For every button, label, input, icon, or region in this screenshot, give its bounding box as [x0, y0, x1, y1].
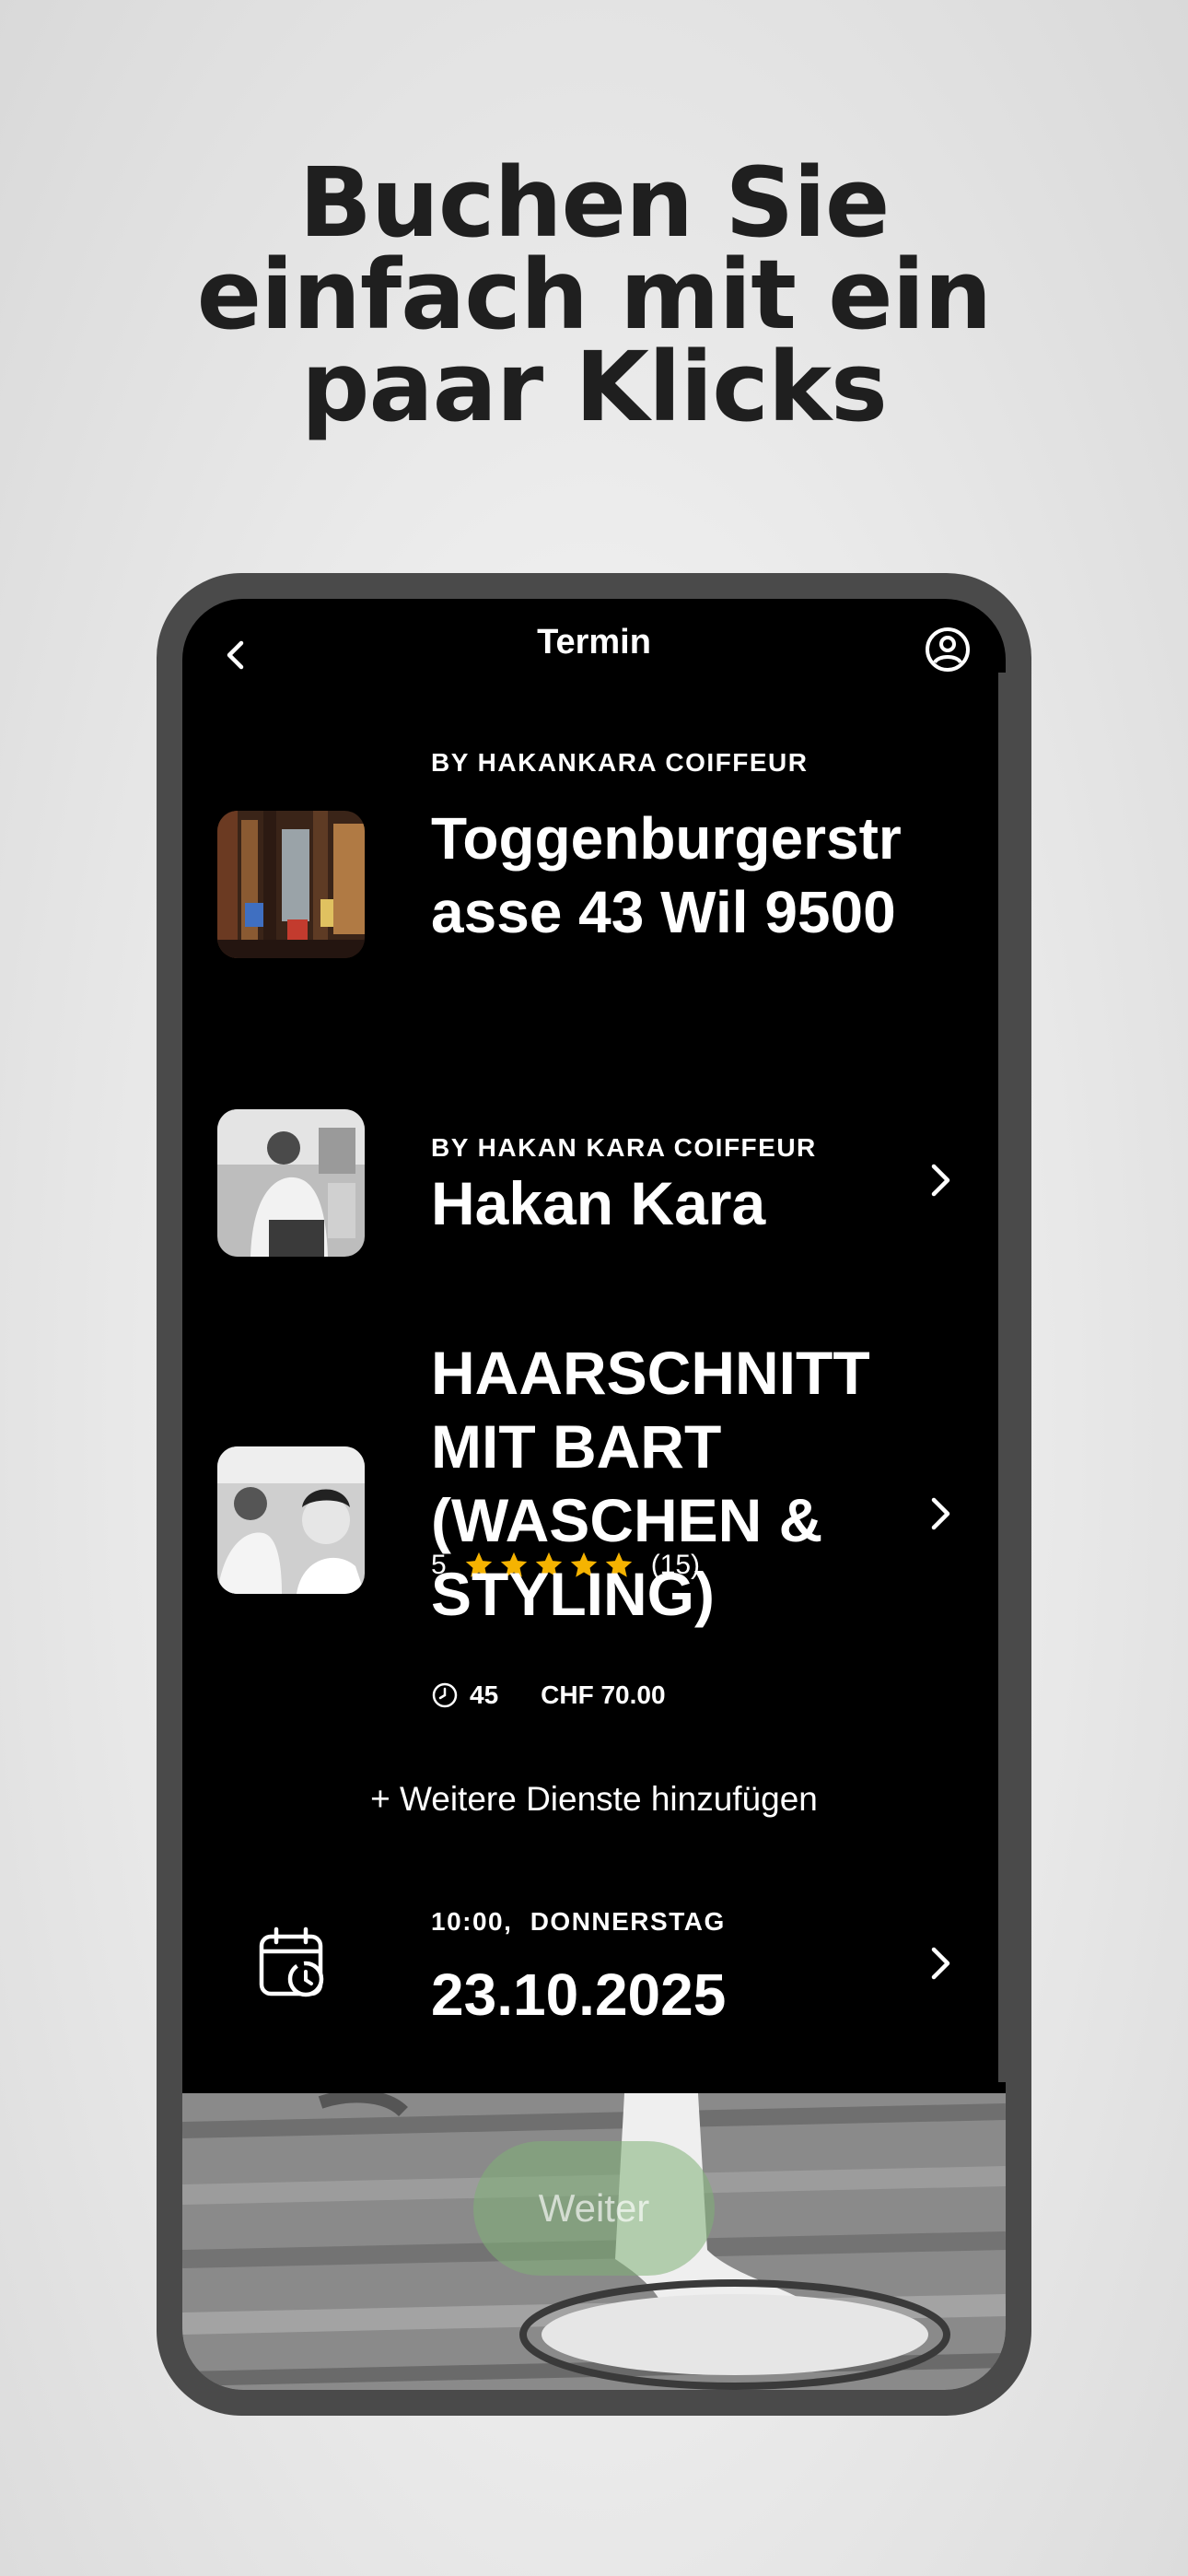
- user-circle-icon: [926, 627, 970, 672]
- appointment-time-value: 10:00,: [431, 1907, 513, 1936]
- service-duration: 45: [470, 1680, 499, 1709]
- service-price: CHF 70.00: [541, 1680, 666, 1709]
- location-eyebrow: BY HAKANKARA COIFFEUR: [431, 748, 809, 777]
- service-row[interactable]: HAARSCHNITT MIT BART (WASCHEN & STYLING): [182, 1336, 1006, 1723]
- stylist-eyebrow: BY HAKAN KARA COIFFEUR: [431, 1133, 817, 1162]
- calendar-clock-icon: [259, 1926, 324, 1997]
- chevron-right-icon: [931, 1164, 950, 1197]
- service-photo: [217, 1446, 365, 1594]
- service-name-line-2: MIT BART: [431, 1412, 722, 1481]
- service-name-line-1: HAARSCHNITT: [431, 1339, 870, 1407]
- appointment-date: 23.10.2025: [431, 1961, 727, 2028]
- location-address: Toggenburgerstr asse 43 Wil 9500: [431, 802, 902, 949]
- headline-line-1: Buchen Sie: [298, 146, 891, 259]
- top-bar: Termin: [182, 599, 1006, 700]
- service-name: HAARSCHNITT MIT BART (WASCHEN & STYLING): [431, 1336, 870, 1631]
- appointment-time: 10:00, DONNERSTAG: [431, 1907, 726, 1937]
- stylist-photo: [217, 1109, 365, 1257]
- chevron-right-icon: [931, 1947, 950, 1980]
- service-name-line-3: (WASCHEN &: [431, 1486, 823, 1554]
- profile-button[interactable]: [923, 625, 973, 674]
- headline: Buchen Sie einfach mit ein paar Klicks: [0, 146, 1188, 443]
- service-name-line-4: STYLING): [431, 1560, 715, 1628]
- appointment-weekday: DONNERSTAG: [530, 1907, 726, 1936]
- phone-frame: Termin BY HAKANKARA COIFFEUR Toggenburge…: [157, 573, 1031, 2416]
- address-line-1: Toggenburgerstr: [431, 805, 902, 872]
- salon-photo: [217, 811, 365, 958]
- continue-button[interactable]: Weiter: [473, 2141, 715, 2276]
- clock-icon: [432, 1682, 458, 1708]
- headline-line-2: einfach mit ein: [196, 239, 993, 351]
- page-title: Termin: [537, 623, 651, 662]
- stylist-row[interactable]: BY HAKAN KARA COIFFEUR Hakan Kara: [182, 1096, 1006, 1262]
- stylist-name: Hakan Kara: [431, 1169, 766, 1237]
- service-meta: 45 CHF 70.00: [431, 1680, 666, 1710]
- address-line-2: asse 43 Wil 9500: [431, 879, 896, 945]
- app-screen: Termin BY HAKANKARA COIFFEUR Toggenburge…: [182, 599, 1006, 2390]
- chevron-right-icon: [931, 1497, 950, 1530]
- headline-line-3: paar Klicks: [301, 331, 888, 443]
- add-more-services-button[interactable]: + Weitere Dienste hinzufügen: [182, 1780, 1006, 1819]
